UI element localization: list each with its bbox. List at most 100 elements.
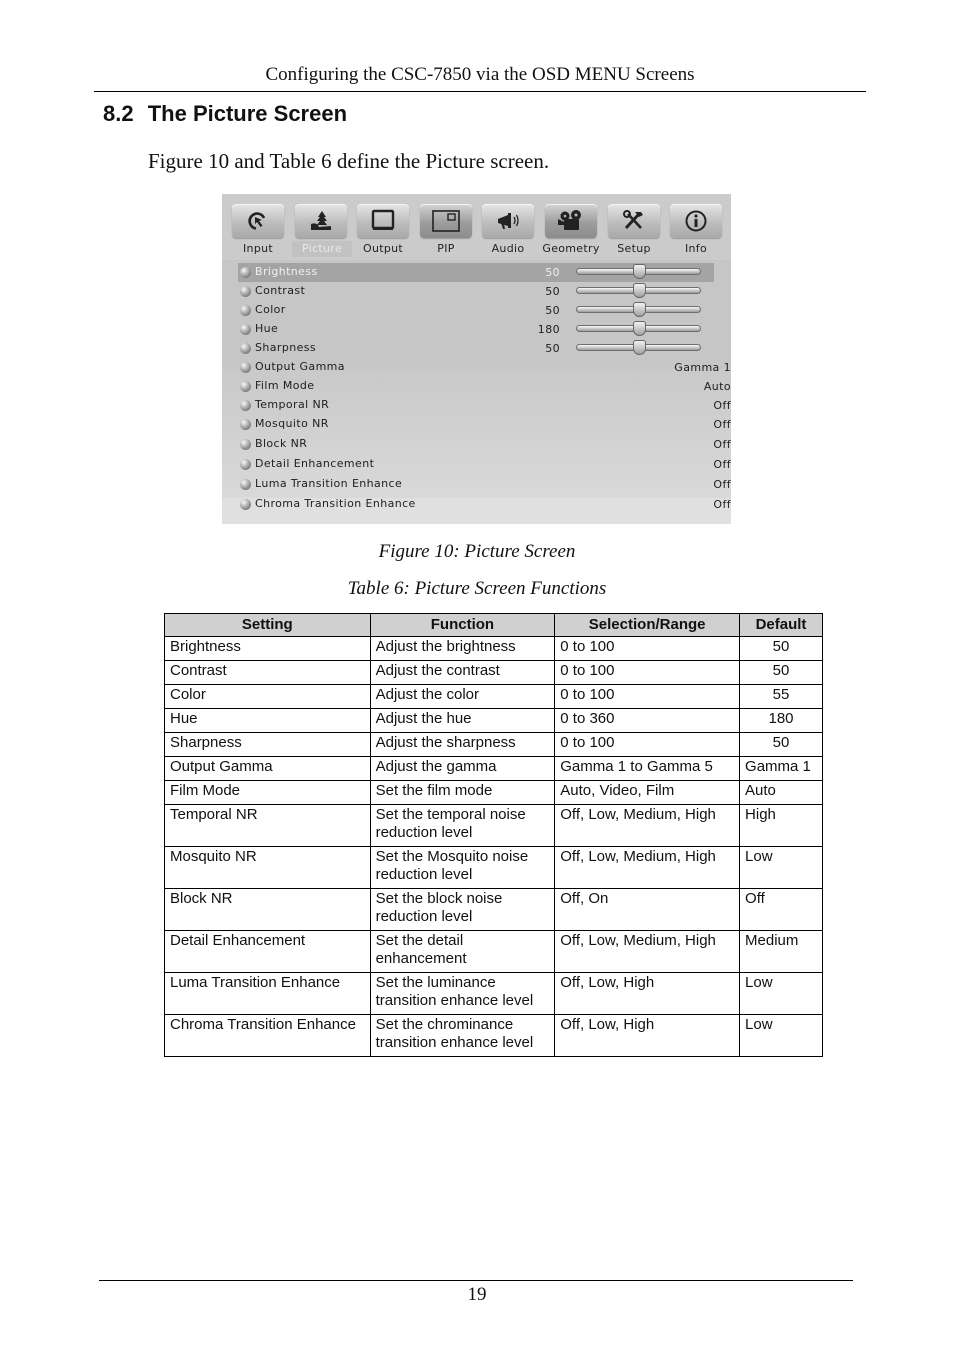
osd-setting-option[interactable]: Auto <box>704 380 731 393</box>
cell-selection-range: 0 to 100 <box>554 684 741 709</box>
osd-setting-name: Chroma Transition Enhance <box>255 497 416 510</box>
osd-setting-row[interactable]: Brightness 50 <box>238 263 714 282</box>
tools-icon <box>608 204 660 238</box>
bullet-sphere-icon <box>240 381 251 392</box>
cell-function: Set the film mode <box>369 780 556 805</box>
osd-setting-row[interactable]: Detail Enhancement Off <box>238 455 731 474</box>
osd-setting-row[interactable]: Output Gamma Gamma 1 <box>238 358 731 377</box>
osd-tab-audio[interactable]: Audio <box>482 204 534 260</box>
osd-tab-bar: Input Picture Output PIP Audio Geometry … <box>222 194 731 260</box>
osd-slider[interactable] <box>576 340 701 355</box>
cell-default: High <box>739 804 823 847</box>
table-header-row: Setting Function Selection/Range Default <box>164 613 823 637</box>
table-row: Hue Adjust the hue 0 to 360 180 <box>164 708 823 733</box>
cell-setting: Sharpness <box>164 732 371 757</box>
osd-tab-input[interactable]: Input <box>232 204 284 260</box>
osd-slider-thumb[interactable] <box>633 283 646 298</box>
bullet-sphere-icon <box>240 286 251 297</box>
cell-function: Adjust the hue <box>369 708 556 733</box>
osd-setting-row[interactable]: Hue 180 <box>238 320 714 339</box>
osd-setting-option[interactable]: Gamma 1 <box>674 361 731 374</box>
osd-setting-row[interactable]: Mosquito NR Off <box>238 415 731 434</box>
osd-tab-output[interactable]: Output <box>357 204 409 260</box>
osd-slider[interactable] <box>576 302 701 317</box>
osd-tab-setup[interactable]: Setup <box>608 204 660 260</box>
osd-setting-option[interactable]: Off <box>713 399 731 412</box>
tv-monitor-icon <box>357 204 409 238</box>
cell-selection-range: Off, Low, High <box>554 1014 741 1057</box>
osd-setting-row[interactable]: Block NR Off <box>238 435 731 454</box>
osd-setting-row[interactable]: Chroma Transition Enhance Off <box>238 495 731 514</box>
table-row: Brightness Adjust the brightness 0 to 100 5… <box>164 636 823 661</box>
osd-setting-option[interactable]: Off <box>713 498 731 511</box>
osd-picture-screen: Input Picture Output PIP Audio Geometry … <box>222 194 731 524</box>
osd-setting-option[interactable]: Off <box>713 438 731 451</box>
cell-selection-range: Off, Low, Medium, High <box>554 930 741 973</box>
osd-tab-label: PIP <box>437 242 455 255</box>
cell-setting: Contrast <box>164 660 371 685</box>
table-row: Detail Enhancement Set the detail enhance… <box>164 930 823 973</box>
osd-tab-info[interactable]: Info <box>670 204 722 260</box>
osd-setting-option[interactable]: Off <box>713 418 731 431</box>
bullet-sphere-icon <box>240 324 251 335</box>
osd-setting-row[interactable]: Contrast 50 <box>238 282 714 301</box>
cell-default: 180 <box>739 708 823 733</box>
bullet-sphere-icon <box>240 267 251 278</box>
cell-selection-range: Off, On <box>554 888 741 931</box>
cell-selection-range: 0 to 360 <box>554 708 741 733</box>
cell-function: Set the detail enhancement <box>369 930 556 973</box>
cell-default: Medium <box>739 930 823 973</box>
footer-rule <box>99 1280 853 1281</box>
osd-slider[interactable] <box>576 283 701 298</box>
table-row: Color Adjust the color 0 to 100 55 <box>164 684 823 709</box>
osd-tab-geometry[interactable]: Geometry <box>542 204 599 260</box>
cell-function: Adjust the color <box>369 684 556 709</box>
cell-selection-range: 0 to 100 <box>554 732 741 757</box>
picture-functions-table: Setting Function Selection/Range Default… <box>164 613 823 1057</box>
osd-setting-row[interactable]: Sharpness 50 <box>238 339 714 358</box>
bullet-sphere-icon <box>240 305 251 316</box>
osd-tab-pip[interactable]: PIP <box>420 204 472 260</box>
figure-caption: Figure 10: Picture Screen <box>378 541 576 562</box>
osd-slider-thumb[interactable] <box>633 302 646 317</box>
osd-tab-label: Input <box>243 242 273 255</box>
cell-function: Adjust the contrast <box>369 660 556 685</box>
table-row: Temporal NR Set the temporal noise reduct… <box>164 804 823 847</box>
running-header: Configuring the CSC-7850 via the OSD MEN… <box>265 64 695 85</box>
osd-setting-row[interactable]: Film Mode Auto <box>238 377 731 396</box>
osd-slider-thumb[interactable] <box>633 264 646 279</box>
osd-slider-thumb[interactable] <box>633 340 646 355</box>
page-number: 19 <box>467 1284 487 1305</box>
table-row: Mosquito NR Set the Mosquito noise reduct… <box>164 846 823 889</box>
osd-setting-name: Hue <box>255 322 279 335</box>
cell-selection-range: Off, Low, Medium, High <box>554 804 741 847</box>
section-title-text: The Picture Screen <box>147 101 348 126</box>
cell-setting: Chroma Transition Enhance <box>164 1014 371 1057</box>
osd-setting-option[interactable]: Off <box>713 478 731 491</box>
osd-slider[interactable] <box>576 321 701 336</box>
cell-function: Adjust the gamma <box>369 756 556 781</box>
osd-setting-name: Sharpness <box>255 341 317 354</box>
cell-setting: Mosquito NR <box>164 846 371 889</box>
osd-setting-value: 180 <box>537 323 560 336</box>
bullet-sphere-icon <box>240 479 251 490</box>
osd-slider-thumb[interactable] <box>633 321 646 336</box>
osd-setting-row[interactable]: Luma Transition Enhance Off <box>238 475 731 494</box>
osd-setting-option[interactable]: Off <box>713 458 731 471</box>
osd-setting-name: Block NR <box>255 437 308 450</box>
bullet-sphere-icon <box>240 343 251 354</box>
osd-setting-row[interactable]: Color 50 <box>238 301 714 320</box>
osd-slider[interactable] <box>576 264 701 279</box>
cursor-arrow-icon <box>232 204 284 238</box>
picture-in-picture-icon <box>420 204 472 238</box>
osd-tab-picture[interactable]: Picture <box>292 204 352 260</box>
cell-selection-range: 0 to 100 <box>554 636 741 661</box>
osd-setting-name: Contrast <box>255 284 306 297</box>
cell-setting: Hue <box>164 708 371 733</box>
osd-setting-row[interactable]: Temporal NR Off <box>238 396 731 415</box>
cell-setting: Color <box>164 684 371 709</box>
cell-selection-range: Gamma 1 to Gamma 5 <box>554 756 741 781</box>
cell-selection-range: Auto, Video, Film <box>554 780 741 805</box>
column-header-selection-range: Selection/Range <box>554 613 741 637</box>
table-row: Output Gamma Adjust the gamma Gamma 1 to G… <box>164 756 823 781</box>
